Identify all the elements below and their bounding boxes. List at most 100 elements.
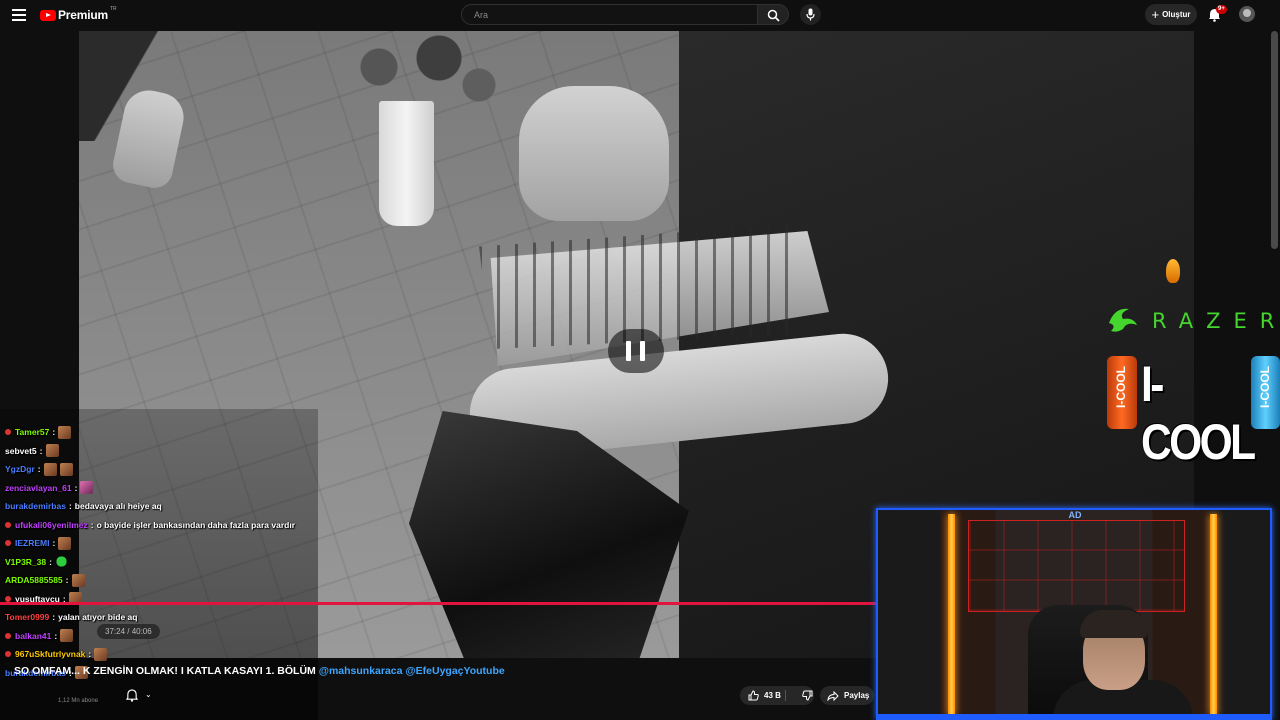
chat-badge-icon	[5, 595, 11, 602]
page-scrollbar[interactable]	[1271, 31, 1278, 249]
hamburger-menu-icon[interactable]	[12, 9, 26, 21]
chat-text: o bayide işler bankasından daha fazla pa…	[96, 519, 296, 530]
like-icon[interactable]	[748, 690, 759, 701]
voice-search-button[interactable]	[800, 4, 821, 25]
video-progress-bar[interactable]	[0, 602, 880, 605]
mention-link-2[interactable]: @EfeUygaçYoutube	[405, 665, 504, 677]
chat-username[interactable]: ufukali06yenilmez	[15, 520, 88, 530]
chat-username[interactable]: balkan41	[15, 631, 51, 641]
logo-country: TR	[109, 6, 117, 12]
chat-badge-icon	[5, 429, 11, 435]
chat-username[interactable]: 967uSkfutrlyvnak	[15, 649, 85, 659]
create-label: Oluştur	[1162, 10, 1191, 19]
microphone-icon	[806, 8, 815, 21]
chat-separator: :	[52, 427, 56, 437]
can-left-text: I-COOL	[1114, 366, 1128, 408]
chat-separator: :	[49, 556, 52, 567]
chat-emote-icon	[54, 555, 68, 568]
time-display: 37:24 / 40:06	[97, 624, 160, 639]
chat-username[interactable]: Tamer57	[15, 427, 49, 437]
chat-username[interactable]: ARDA5885585	[5, 575, 63, 585]
logo-text: Premium	[58, 8, 108, 22]
chat-separator: :	[52, 612, 56, 622]
chat-message: ARDA5885585:	[0, 571, 318, 589]
chat-emote-icon	[94, 647, 108, 661]
share-icon	[827, 690, 839, 701]
share-button[interactable]: Paylaş	[820, 686, 874, 705]
chat-message: IEZREMI:	[0, 534, 318, 552]
chat-emote-icon	[60, 629, 74, 642]
razer-sponsor-text: RAZER	[1152, 309, 1280, 333]
chat-message: Tamer57:	[0, 423, 318, 441]
chat-emote-icon	[59, 462, 73, 476]
chat-separator: :	[37, 464, 41, 474]
chat-username[interactable]: V1P3R_38	[5, 557, 46, 567]
chat-emote-icon	[43, 462, 57, 476]
subscription-bell-icon[interactable]	[126, 689, 138, 702]
video-title-text: SO OMFAM... K ZENGİN OLMAK! I KATLA KASA…	[14, 665, 316, 677]
chat-text: yalan atıyor bide aq	[58, 612, 138, 622]
chat-separator: :	[88, 649, 92, 659]
video-title: SO OMFAM... K ZENGİN OLMAK! I KATLA KASA…	[14, 665, 505, 677]
icool-can-right: I-COOL	[1251, 356, 1280, 429]
youtube-play-icon	[40, 9, 56, 21]
chat-emote-icon	[58, 536, 72, 550]
mention-link-1[interactable]: @mahsunkaraca	[319, 665, 403, 677]
chat-username[interactable]: YgzDgr	[5, 464, 35, 474]
chat-message: zenciavlayan_61:	[0, 479, 318, 497]
search-input[interactable]	[472, 9, 746, 21]
chat-message: burakdemirbas: bedavaya alı heiye aq	[0, 497, 318, 515]
search-button[interactable]	[758, 4, 789, 25]
account-avatar[interactable]	[1239, 6, 1255, 22]
webcam-frame-logo-icon: AD	[1068, 510, 1082, 520]
chat-username[interactable]: Tomer0999	[5, 612, 49, 622]
can-right-text: I-COOL	[1258, 366, 1272, 408]
dislike-icon[interactable]	[802, 690, 813, 701]
video-frame-fist	[519, 86, 669, 221]
chat-message: 967uSkfutrlyvnak:	[0, 645, 318, 663]
chat-separator: :	[90, 519, 94, 530]
chat-message: YgzDgr:	[0, 460, 318, 478]
webcam-led-left	[948, 514, 955, 716]
chat-separator: :	[39, 445, 43, 456]
chat-badge-icon	[5, 651, 11, 657]
chat-username[interactable]: IEZREMI	[15, 538, 49, 548]
chat-message: sebvet5:	[0, 442, 318, 460]
search-box	[461, 4, 758, 25]
like-count[interactable]: 43 B	[764, 691, 781, 700]
youtube-premium-logo[interactable]: Premium TR	[40, 6, 117, 22]
chat-message: Tomer0999: yalan atıyor bide aq	[0, 608, 318, 626]
chat-message: ufukali06yenilmez: o bayide işler bankası…	[0, 516, 318, 534]
video-frame-vase	[379, 101, 434, 226]
chat-message: V1P3R_38:	[0, 553, 318, 571]
chat-badge-icon	[5, 521, 11, 528]
chat-emote-icon	[45, 444, 59, 457]
webcam-bottom-bar	[878, 714, 1270, 718]
pause-icon[interactable]	[608, 329, 664, 373]
sponsor-drop-icon	[1166, 259, 1180, 283]
chat-emote-icon	[80, 481, 94, 494]
webcam-person-hair	[1080, 610, 1148, 638]
chat-text: bedavaya alı heiye aq	[74, 501, 162, 511]
create-button[interactable]: + Oluştur	[1145, 4, 1197, 25]
chat-emote-icon	[71, 573, 85, 587]
chat-separator: :	[65, 575, 69, 585]
icool-can-left: I-COOL	[1107, 356, 1137, 429]
webcam-led-right	[1210, 514, 1217, 716]
streamer-webcam: AD	[876, 508, 1272, 720]
chat-username[interactable]: sebvet5	[5, 446, 37, 456]
chat-separator: :	[54, 630, 58, 641]
icool-sponsor-text: I-COOL	[1141, 356, 1256, 470]
webcam-shelf	[968, 520, 1185, 612]
chevron-down-icon[interactable]: ⌄	[145, 690, 152, 699]
like-dislike-pill: 43 B	[740, 686, 814, 705]
search-icon	[767, 9, 780, 22]
notifications-badge: 9+	[1216, 5, 1227, 14]
plus-icon: +	[1151, 7, 1160, 22]
chat-username[interactable]: zenciavlayan_61	[5, 483, 72, 493]
razer-logo-icon	[1109, 308, 1137, 332]
chat-emote-icon	[58, 425, 72, 439]
chat-badge-icon	[5, 632, 11, 639]
top-bar: Premium TR + Oluştur 9+	[0, 0, 1280, 30]
chat-username[interactable]: burakdemirbas	[5, 501, 66, 511]
